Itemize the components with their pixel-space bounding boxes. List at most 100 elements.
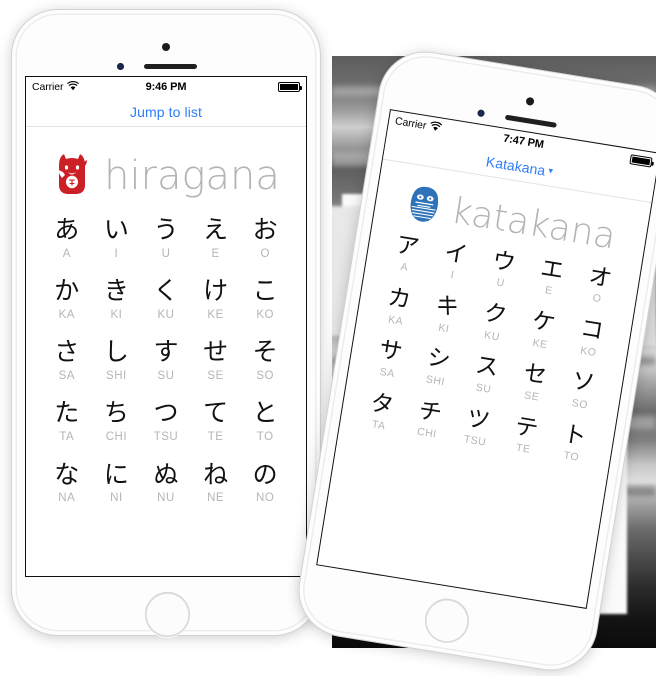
kana-cell[interactable]: ツ TSU xyxy=(450,403,505,453)
kana-cell[interactable]: シ SHI xyxy=(410,343,465,393)
kana-romaji: SE xyxy=(207,370,224,383)
kana-character: ち xyxy=(103,398,129,428)
kana-character: し xyxy=(103,337,129,367)
kana-cell[interactable]: うU xyxy=(141,215,191,263)
kana-character: く xyxy=(153,276,179,306)
kana-row: た TA ち CHI つ TSU て TE と TO xyxy=(42,399,290,446)
kana-cell[interactable]: ト TO xyxy=(546,419,601,469)
kana-cell[interactable]: せ SE xyxy=(191,338,241,385)
kana-grid-katakana: ア A イ I ウ U エ E オ O カ KA キ KI ク KU ケ KE コ KO サ SA シ SHI ス SU セ SE ソ S… xyxy=(339,228,640,472)
kana-romaji: CHI xyxy=(105,431,128,444)
kana-cell[interactable]: ウU xyxy=(475,246,530,296)
kana-romaji: KU xyxy=(157,308,175,321)
kana-romaji: O xyxy=(260,247,270,260)
kana-character: ね xyxy=(203,459,229,489)
kana-cell[interactable]: て TE xyxy=(191,399,241,446)
kana-cell[interactable]: ち CHI xyxy=(92,399,142,446)
kana-cell[interactable]: イI xyxy=(427,238,482,288)
jump-to-list-button[interactable]: Jump to list xyxy=(130,104,202,120)
kana-romaji: NO xyxy=(256,492,275,505)
kana-character: と xyxy=(252,398,278,428)
kana-cell[interactable]: キ KI xyxy=(418,290,473,340)
front-camera-icon xyxy=(525,96,535,106)
screen-katakana: Carrier 7:47 PM Katakana ▾ katakana ア A … xyxy=(316,109,656,609)
earpiece-speaker-icon xyxy=(504,114,557,128)
kana-cell[interactable]: えE xyxy=(191,215,241,263)
app-logo-hiragana: hiragana xyxy=(26,127,306,214)
kana-cell[interactable]: ね NE xyxy=(191,459,241,508)
kana-cell[interactable]: そ SO xyxy=(240,338,290,385)
kana-cell[interactable]: アA xyxy=(379,230,434,280)
kana-cell[interactable]: タ TA xyxy=(353,388,408,438)
kana-romaji: SA xyxy=(58,370,75,383)
kana-cell[interactable]: す SU xyxy=(141,338,191,385)
row-spacer xyxy=(42,263,290,277)
kana-cell[interactable]: こ KO xyxy=(240,276,290,324)
kana-character: つ xyxy=(153,398,179,428)
kana-character: な xyxy=(54,459,80,489)
kana-cell[interactable]: ソ SO xyxy=(554,366,609,416)
kana-cell[interactable]: エE xyxy=(523,253,578,303)
kana-character: に xyxy=(103,459,129,489)
kana-character: い xyxy=(103,215,129,244)
kana-cell[interactable]: ク KU xyxy=(467,298,522,348)
kana-romaji: I xyxy=(114,247,119,260)
alphabet-selector-button[interactable]: Katakana xyxy=(485,153,547,178)
kana-cell[interactable]: た TA xyxy=(42,399,92,446)
kana-romaji: TE xyxy=(207,431,224,444)
kana-romaji: SHI xyxy=(106,370,127,383)
kana-cell[interactable]: カ KA xyxy=(370,282,425,332)
screen-hiragana: Carrier 9:46 PM Jump to list hiragana あ … xyxy=(25,76,307,577)
kana-cell[interactable]: の NO xyxy=(240,460,290,508)
kana-cell[interactable]: つ TSU xyxy=(141,399,191,446)
home-button[interactable] xyxy=(145,592,190,637)
kana-row: か KA き KI く KU け KE こ KO xyxy=(42,276,290,324)
kana-cell[interactable]: セ SE xyxy=(506,358,561,408)
chevron-down-icon[interactable]: ▾ xyxy=(548,165,554,177)
row-spacer xyxy=(42,324,290,338)
kana-cell[interactable]: く KU xyxy=(141,276,191,324)
kana-row: さ SA し SHI す SU せ SE そ SO xyxy=(42,338,290,385)
kana-cell[interactable]: いI xyxy=(92,215,142,263)
kana-romaji: TA xyxy=(59,431,75,444)
status-time: 9:46 PM xyxy=(145,81,187,93)
kana-romaji: TSU xyxy=(153,431,179,444)
battery-full-icon xyxy=(278,82,302,92)
kana-romaji: SU xyxy=(157,370,175,383)
proximity-sensor-icon xyxy=(117,63,124,70)
kana-cell[interactable]: し SHI xyxy=(92,338,142,385)
kana-cell[interactable]: ぬ NU xyxy=(141,460,191,508)
kana-cell[interactable]: テ TE xyxy=(498,411,553,461)
kana-cell[interactable]: け KE xyxy=(191,276,241,324)
home-button[interactable] xyxy=(421,595,473,647)
kana-romaji: E xyxy=(211,247,220,260)
kana-cell[interactable]: コ KO xyxy=(563,314,618,364)
kana-cell[interactable]: か KA xyxy=(42,276,92,324)
kana-cell[interactable]: ケ KE xyxy=(515,306,570,356)
kana-romaji: U xyxy=(161,247,171,260)
kana-row: あAいIうUえEおO xyxy=(42,215,290,263)
kana-character: か xyxy=(54,276,80,306)
kana-cell[interactable]: オO xyxy=(571,261,626,311)
kana-cell[interactable]: さ SA xyxy=(42,338,92,385)
kana-romaji: SO xyxy=(256,370,274,383)
kana-cell[interactable]: に NI xyxy=(92,459,142,508)
kana-cell[interactable]: サ SA xyxy=(362,335,417,385)
front-camera-icon xyxy=(162,43,170,51)
phone-device-hiragana: Carrier 9:46 PM Jump to list hiragana あ … xyxy=(12,10,320,637)
row-spacer xyxy=(42,447,290,461)
kana-cell[interactable]: と TO xyxy=(240,399,290,446)
kana-character: お xyxy=(252,215,278,244)
kana-cell[interactable]: おO xyxy=(240,215,290,263)
kana-cell[interactable]: き KI xyxy=(92,276,142,324)
kana-cell[interactable]: ス SU xyxy=(458,351,513,401)
kana-cell[interactable]: な NA xyxy=(42,459,92,508)
kana-cell[interactable]: チ CHI xyxy=(401,395,456,445)
kana-cell[interactable]: あA xyxy=(42,215,92,263)
kana-romaji: KE xyxy=(207,308,224,321)
kana-romaji: TO xyxy=(256,431,274,444)
kana-character: そ xyxy=(252,337,278,367)
kana-character: て xyxy=(203,398,229,428)
row-spacer xyxy=(42,385,290,399)
kana-row: な NA に NI ぬ NU ね NE の NO xyxy=(42,459,290,508)
